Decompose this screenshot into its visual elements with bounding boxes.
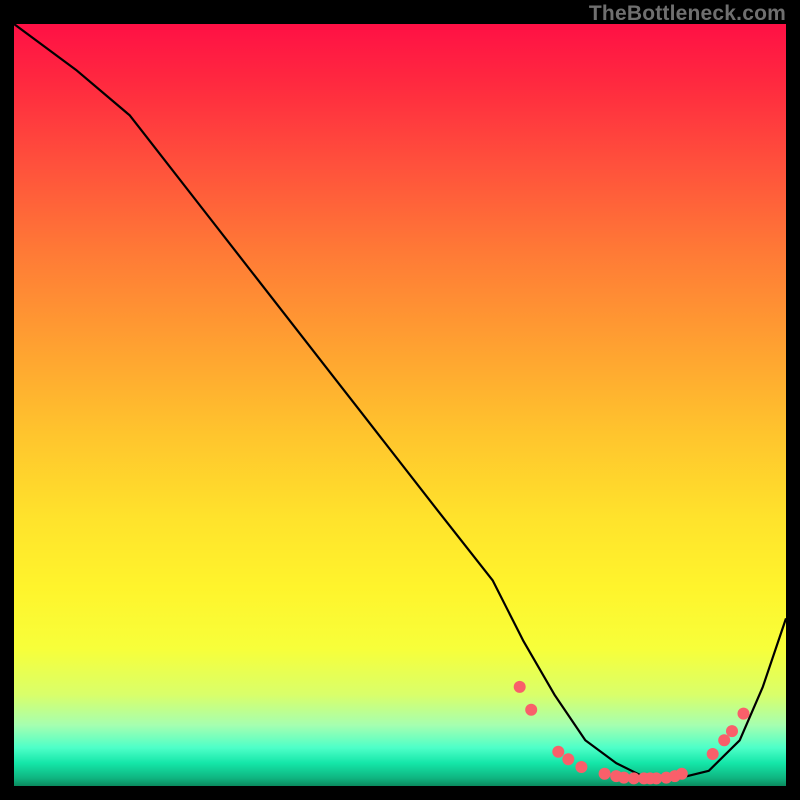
- data-point: [514, 681, 526, 693]
- watermark-text: TheBottleneck.com: [589, 2, 786, 26]
- curve-line: [14, 24, 786, 778]
- data-point: [738, 708, 750, 720]
- data-point: [552, 746, 564, 758]
- data-point: [575, 761, 587, 773]
- plot-area: [14, 24, 786, 786]
- data-point: [599, 768, 611, 780]
- data-point: [562, 753, 574, 765]
- data-point: [718, 734, 730, 746]
- chart-svg: [14, 24, 786, 786]
- data-point: [525, 704, 537, 716]
- data-point: [726, 725, 738, 737]
- data-point: [676, 768, 688, 780]
- chart-frame: TheBottleneck.com: [0, 0, 800, 800]
- data-point: [707, 748, 719, 760]
